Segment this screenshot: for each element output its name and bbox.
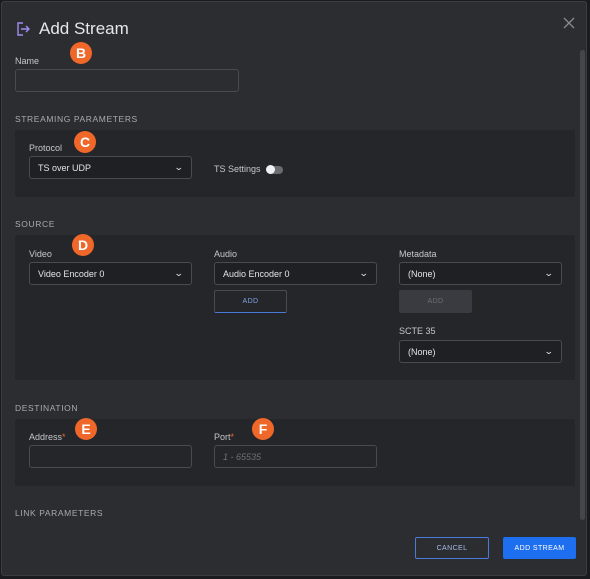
dialog-title: Add Stream <box>39 19 129 38</box>
annotation-badge-c: C <box>74 131 96 153</box>
address-field[interactable] <box>29 445 192 468</box>
address-label-text: Address <box>29 432 63 442</box>
audio-add-button[interactable]: ADD <box>214 290 287 313</box>
scrollbar[interactable] <box>580 50 585 520</box>
port-label-text: Port <box>214 432 231 442</box>
annotation-badge-e: E <box>75 418 97 440</box>
scte35-value: (None) <box>408 346 436 357</box>
name-field[interactable] <box>15 69 239 92</box>
chevron-down-icon: ⌄ <box>174 268 185 278</box>
metadata-select[interactable]: (None) ⌄ <box>399 262 562 285</box>
chevron-down-icon: ⌄ <box>174 162 185 172</box>
metadata-value: (None) <box>408 268 436 279</box>
ts-settings-label: TS Settings <box>214 164 261 174</box>
toggle-knob <box>266 165 275 174</box>
dialog-header: Add Stream <box>15 18 129 40</box>
add-stream-dialog: Add Stream B Name STREAMING PARAMETERS C… <box>1 1 587 576</box>
chevron-down-icon: ⌄ <box>359 268 370 278</box>
name-label: Name <box>15 56 40 66</box>
annotation-badge-b: B <box>70 42 92 64</box>
video-label: Video <box>29 249 52 259</box>
address-input[interactable] <box>30 446 191 467</box>
metadata-label: Metadata <box>399 249 437 259</box>
port-label: Port* <box>214 432 234 442</box>
protocol-label: Protocol <box>29 143 63 153</box>
stream-export-icon <box>15 21 31 37</box>
audio-label: Audio <box>214 249 238 259</box>
port-field[interactable] <box>214 445 377 468</box>
chevron-down-icon: ⌄ <box>544 268 555 278</box>
ts-settings-toggle[interactable] <box>266 165 283 174</box>
source-heading: SOURCE <box>15 219 55 229</box>
destination-heading: DESTINATION <box>15 403 79 413</box>
scte35-select[interactable]: (None) ⌄ <box>399 340 562 363</box>
close-icon[interactable] <box>561 15 577 31</box>
metadata-add-button[interactable]: ADD <box>399 290 472 313</box>
link-parameters-heading: LINK PARAMETERS <box>15 508 104 518</box>
audio-value: Audio Encoder 0 <box>223 268 290 279</box>
required-mark: * <box>62 432 66 442</box>
footer-divider <box>2 521 586 522</box>
name-input[interactable] <box>16 70 238 91</box>
add-stream-button[interactable]: ADD STREAM <box>503 537 576 559</box>
required-mark: * <box>230 432 235 442</box>
protocol-value: TS over UDP <box>38 162 92 173</box>
audio-select[interactable]: Audio Encoder 0 ⌄ <box>214 262 377 285</box>
annotation-badge-d: D <box>72 234 94 256</box>
video-value: Video Encoder 0 <box>38 268 105 279</box>
cancel-button[interactable]: CANCEL <box>415 537 489 559</box>
video-select[interactable]: Video Encoder 0 ⌄ <box>29 262 192 285</box>
scte35-label: SCTE 35 <box>399 326 436 336</box>
protocol-select[interactable]: TS over UDP ⌄ <box>29 156 192 179</box>
streaming-parameters-heading: STREAMING PARAMETERS <box>15 114 138 124</box>
address-label: Address* <box>29 432 66 442</box>
port-input[interactable] <box>215 446 376 467</box>
chevron-down-icon: ⌄ <box>544 346 555 356</box>
annotation-badge-f: F <box>252 418 274 440</box>
